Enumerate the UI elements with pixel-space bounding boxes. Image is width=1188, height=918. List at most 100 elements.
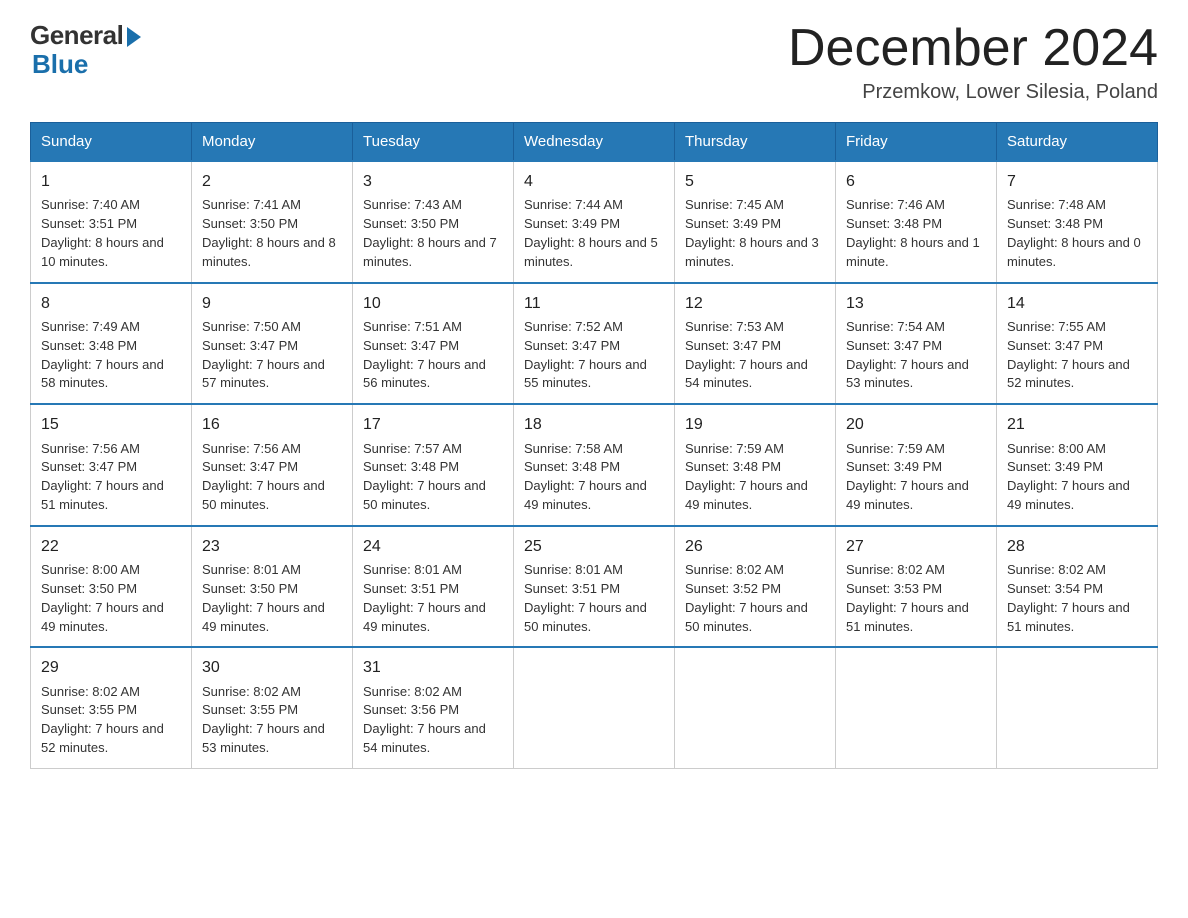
day-info: Sunrise: 8:02 AMSunset: 3:54 PMDaylight:… [1007,562,1130,634]
calendar-cell: 16 Sunrise: 7:56 AMSunset: 3:47 PMDayligh… [192,404,353,526]
day-info: Sunrise: 8:02 AMSunset: 3:56 PMDaylight:… [363,684,486,756]
location-subtitle: Przemkow, Lower Silesia, Poland [788,81,1158,104]
day-info: Sunrise: 7:56 AMSunset: 3:47 PMDaylight:… [202,441,325,513]
calendar-cell: 7Sunrise: 7:48 AMSunset: 3:48 PMDaylight… [997,161,1158,283]
day-number: 21 [1007,413,1147,436]
day-number: 16 [202,413,342,436]
calendar-cell: 31 Sunrise: 8:02 AMSunset: 3:56 PMDayligh… [353,647,514,768]
calendar-cell: 24Sunrise: 8:01 AMSunset: 3:51 PMDayligh… [353,526,514,648]
day-number: 31 [363,656,503,679]
day-number: 17 [363,413,503,436]
calendar-cell: 3 Sunrise: 7:43 AMSunset: 3:50 PMDaylight… [353,161,514,283]
calendar-header: SundayMondayTuesdayWednesdayThursdayFrid… [31,123,1158,162]
day-info: Sunrise: 7:54 AMSunset: 3:47 PMDaylight:… [846,319,969,391]
calendar-body: 1 Sunrise: 7:40 AMSunset: 3:51 PMDaylight… [31,161,1158,768]
day-number: 2 [202,170,342,193]
day-info: Sunrise: 8:00 AMSunset: 3:49 PMDaylight:… [1007,441,1130,513]
day-info: Sunrise: 7:59 AMSunset: 3:49 PMDaylight:… [846,441,969,513]
day-info: Sunrise: 8:01 AMSunset: 3:50 PMDaylight:… [202,562,325,634]
day-info: Sunrise: 7:53 AMSunset: 3:47 PMDaylight:… [685,319,808,391]
calendar-week-5: 29 Sunrise: 8:02 AMSunset: 3:55 PMDayligh… [31,647,1158,768]
calendar-cell: 27 Sunrise: 8:02 AMSunset: 3:53 PMDayligh… [836,526,997,648]
day-info: Sunrise: 7:57 AMSunset: 3:48 PMDaylight:… [363,441,486,513]
day-number: 20 [846,413,986,436]
day-number: 9 [202,292,342,315]
calendar-cell: 28 Sunrise: 8:02 AMSunset: 3:54 PMDayligh… [997,526,1158,648]
day-info: Sunrise: 7:45 AMSunset: 3:49 PMDaylight:… [685,197,819,269]
logo: General Blue [30,20,141,80]
weekday-header-tuesday: Tuesday [353,123,514,162]
calendar-week-3: 15 Sunrise: 7:56 AMSunset: 3:47 PMDayligh… [31,404,1158,526]
day-info: Sunrise: 8:02 AMSunset: 3:52 PMDaylight:… [685,562,808,634]
day-info: Sunrise: 7:44 AMSunset: 3:49 PMDaylight:… [524,197,658,269]
weekday-header-saturday: Saturday [997,123,1158,162]
day-info: Sunrise: 7:41 AMSunset: 3:50 PMDaylight:… [202,197,336,269]
weekday-header-wednesday: Wednesday [514,123,675,162]
day-info: Sunrise: 7:46 AMSunset: 3:48 PMDaylight:… [846,197,980,269]
day-number: 26 [685,535,825,558]
day-number: 5 [685,170,825,193]
calendar-week-2: 8 Sunrise: 7:49 AMSunset: 3:48 PMDaylight… [31,283,1158,405]
day-info: Sunrise: 8:02 AMSunset: 3:55 PMDaylight:… [202,684,325,756]
calendar-cell: 12 Sunrise: 7:53 AMSunset: 3:47 PMDayligh… [675,283,836,405]
weekday-header-monday: Monday [192,123,353,162]
day-number: 29 [41,656,181,679]
calendar-cell: 14Sunrise: 7:55 AMSunset: 3:47 PMDayligh… [997,283,1158,405]
day-number: 22 [41,535,181,558]
day-number: 24 [363,535,503,558]
day-number: 15 [41,413,181,436]
day-number: 11 [524,292,664,315]
calendar-cell: 2 Sunrise: 7:41 AMSunset: 3:50 PMDaylight… [192,161,353,283]
calendar-cell: 5 Sunrise: 7:45 AMSunset: 3:49 PMDaylight… [675,161,836,283]
calendar-cell: 15 Sunrise: 7:56 AMSunset: 3:47 PMDayligh… [31,404,192,526]
day-number: 8 [41,292,181,315]
day-info: Sunrise: 7:52 AMSunset: 3:47 PMDaylight:… [524,319,647,391]
calendar-cell: 8 Sunrise: 7:49 AMSunset: 3:48 PMDaylight… [31,283,192,405]
logo-blue-text: Blue [30,49,88,80]
calendar-cell: 23 Sunrise: 8:01 AMSunset: 3:50 PMDayligh… [192,526,353,648]
day-number: 12 [685,292,825,315]
day-number: 6 [846,170,986,193]
day-info: Sunrise: 7:43 AMSunset: 3:50 PMDaylight:… [363,197,497,269]
logo-triangle-icon [127,27,141,47]
day-info: Sunrise: 7:56 AMSunset: 3:47 PMDaylight:… [41,441,164,513]
calendar-cell [836,647,997,768]
day-number: 4 [524,170,664,193]
weekday-header-thursday: Thursday [675,123,836,162]
day-number: 30 [202,656,342,679]
day-info: Sunrise: 7:50 AMSunset: 3:47 PMDaylight:… [202,319,325,391]
day-number: 28 [1007,535,1147,558]
day-number: 27 [846,535,986,558]
day-number: 23 [202,535,342,558]
day-number: 1 [41,170,181,193]
calendar-cell: 22 Sunrise: 8:00 AMSunset: 3:50 PMDayligh… [31,526,192,648]
calendar-cell: 10 Sunrise: 7:51 AMSunset: 3:47 PMDayligh… [353,283,514,405]
day-number: 7 [1007,170,1147,193]
weekday-header-friday: Friday [836,123,997,162]
day-number: 18 [524,413,664,436]
calendar-cell: 6 Sunrise: 7:46 AMSunset: 3:48 PMDaylight… [836,161,997,283]
calendar-cell: 4 Sunrise: 7:44 AMSunset: 3:49 PMDaylight… [514,161,675,283]
day-info: Sunrise: 7:51 AMSunset: 3:47 PMDaylight:… [363,319,486,391]
calendar-week-1: 1 Sunrise: 7:40 AMSunset: 3:51 PMDaylight… [31,161,1158,283]
day-number: 10 [363,292,503,315]
month-title: December 2024 [788,20,1158,77]
calendar-cell: 17 Sunrise: 7:57 AMSunset: 3:48 PMDayligh… [353,404,514,526]
page-header: General Blue December 2024 Przemkow, Low… [30,20,1158,104]
calendar-cell: 9 Sunrise: 7:50 AMSunset: 3:47 PMDaylight… [192,283,353,405]
logo-general-text: General [30,20,123,51]
day-info: Sunrise: 7:49 AMSunset: 3:48 PMDaylight:… [41,319,164,391]
day-number: 14 [1007,292,1147,315]
day-number: 25 [524,535,664,558]
calendar-cell: 29Sunrise: 8:02 AMSunset: 3:55 PMDayligh… [31,647,192,768]
day-info: Sunrise: 8:00 AMSunset: 3:50 PMDaylight:… [41,562,164,634]
day-number: 3 [363,170,503,193]
day-info: Sunrise: 8:02 AMSunset: 3:53 PMDaylight:… [846,562,969,634]
calendar-table: SundayMondayTuesdayWednesdayThursdayFrid… [30,122,1158,769]
day-info: Sunrise: 8:01 AMSunset: 3:51 PMDaylight:… [524,562,647,634]
day-info: Sunrise: 7:59 AMSunset: 3:48 PMDaylight:… [685,441,808,513]
calendar-cell: 1 Sunrise: 7:40 AMSunset: 3:51 PMDaylight… [31,161,192,283]
calendar-cell [514,647,675,768]
day-info: Sunrise: 7:40 AMSunset: 3:51 PMDaylight:… [41,197,164,269]
calendar-week-4: 22 Sunrise: 8:00 AMSunset: 3:50 PMDayligh… [31,526,1158,648]
